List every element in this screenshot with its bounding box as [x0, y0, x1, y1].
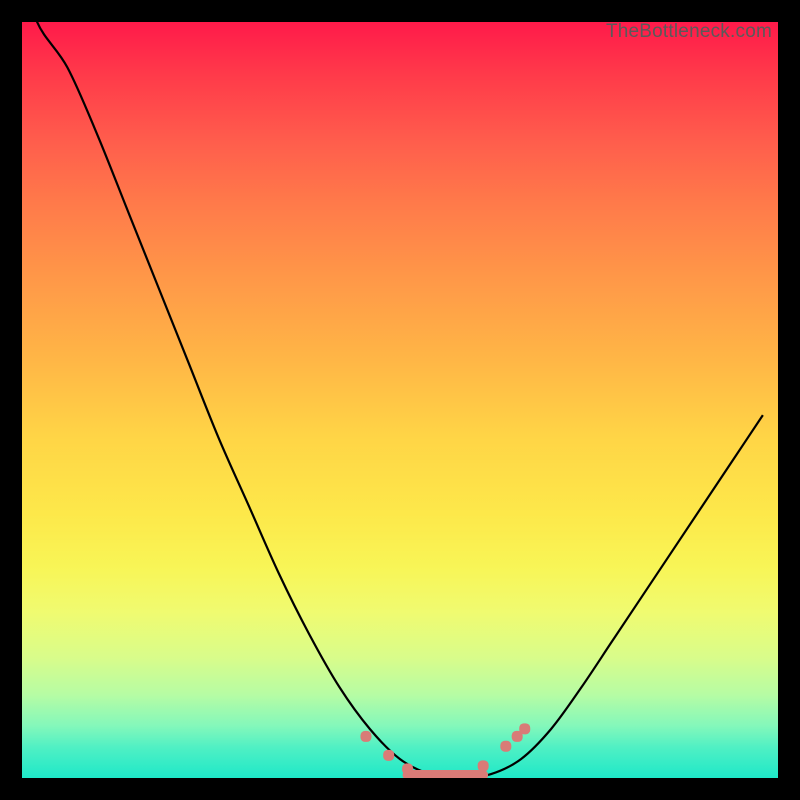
- curve-path: [22, 22, 763, 778]
- data-marker: [402, 763, 413, 774]
- data-marker: [478, 760, 489, 771]
- data-marker: [500, 741, 511, 752]
- chart-svg: [22, 22, 778, 778]
- data-marker: [421, 770, 432, 778]
- data-marker: [360, 731, 371, 742]
- data-marker: [383, 750, 394, 761]
- plot-area: TheBottleneck.com: [22, 22, 778, 778]
- data-marker: [459, 771, 470, 778]
- chart-frame: TheBottleneck.com: [0, 0, 800, 800]
- data-marker: [519, 723, 530, 734]
